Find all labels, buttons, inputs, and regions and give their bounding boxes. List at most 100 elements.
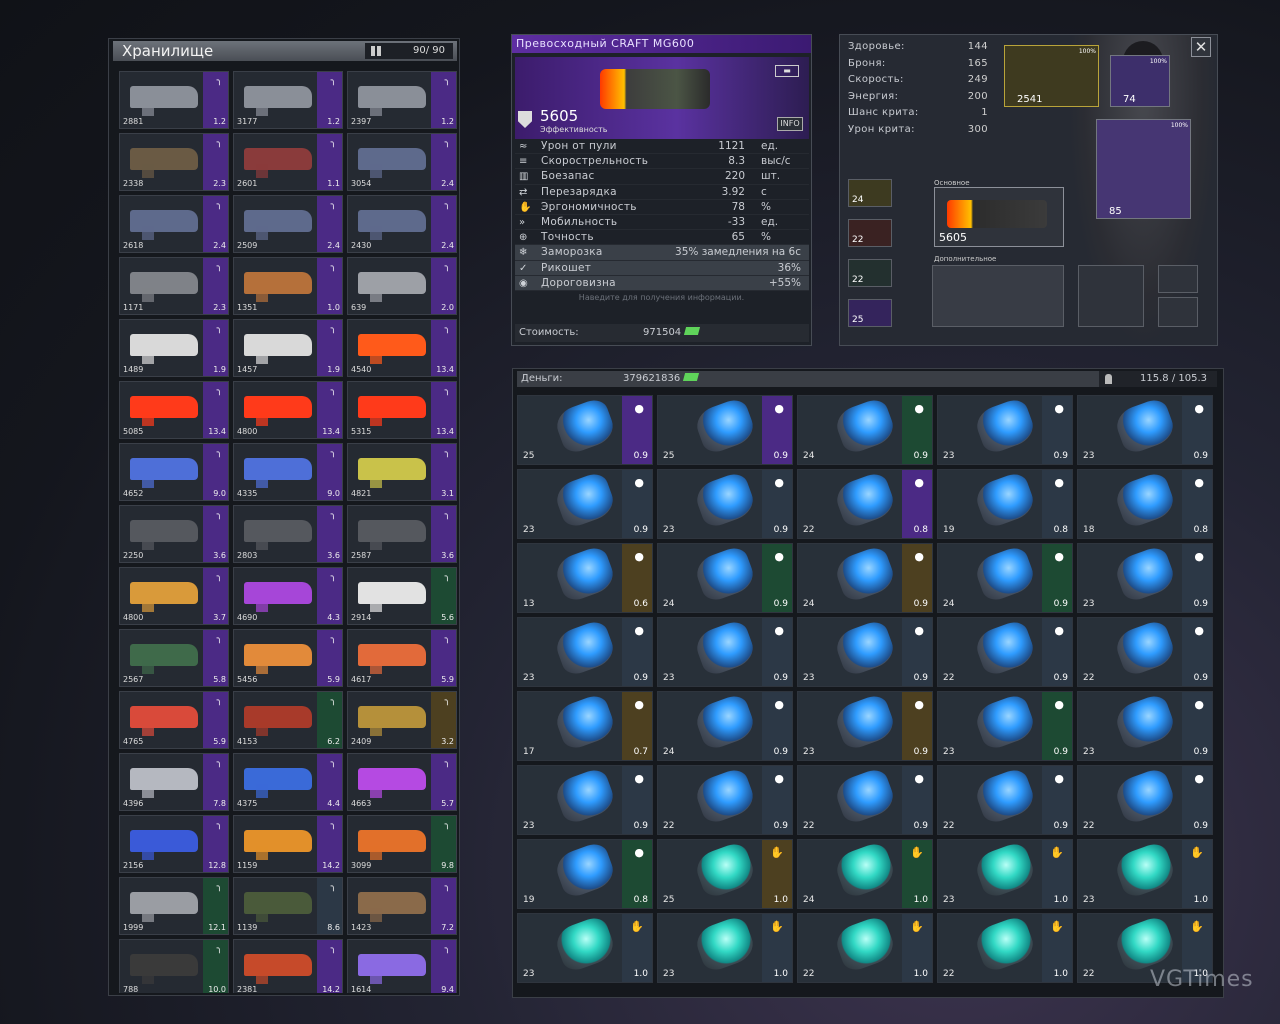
inventory-item[interactable]: ● 23 0.9 xyxy=(517,765,653,835)
stash-item[interactable]: ╮ 2409 3.2 xyxy=(347,691,457,749)
stash-item[interactable]: ╮ 2250 3.6 xyxy=(119,505,229,563)
stash-item[interactable]: ╮ 4396 7.8 xyxy=(119,753,229,811)
module-type-icon: ✋ xyxy=(1050,920,1064,933)
inventory-item[interactable]: ● 25 0.9 xyxy=(657,395,793,465)
inventory-item[interactable]: ● 23 0.9 xyxy=(657,617,793,687)
stash-item[interactable]: ╮ 2803 3.6 xyxy=(233,505,343,563)
inventory-item[interactable]: ● 23 0.9 xyxy=(517,469,653,539)
stash-item[interactable]: ╮ 2567 5.8 xyxy=(119,629,229,687)
inventory-item[interactable]: ● 23 0.9 xyxy=(797,691,933,761)
inventory-item[interactable]: ● 22 0.9 xyxy=(937,617,1073,687)
inventory-item[interactable]: ✋ 22 1.0 xyxy=(797,913,933,983)
stash-item[interactable]: ╮ 1171 2.3 xyxy=(119,257,229,315)
inventory-item[interactable]: ✋ 23 1.0 xyxy=(517,913,653,983)
mod-slot[interactable]: 24 xyxy=(848,179,892,207)
stash-item[interactable]: ╮ 4375 4.4 xyxy=(233,753,343,811)
stash-item[interactable]: ╮ 5456 5.9 xyxy=(233,629,343,687)
inventory-item[interactable]: ✋ 23 1.0 xyxy=(657,913,793,983)
inventory-item[interactable]: ● 23 0.9 xyxy=(937,691,1073,761)
inventory-item[interactable]: ● 24 0.9 xyxy=(657,543,793,613)
inventory-item[interactable]: ✋ 24 1.0 xyxy=(797,839,933,909)
inventory-item[interactable]: ● 17 0.7 xyxy=(517,691,653,761)
stash-item[interactable]: ╮ 1423 7.2 xyxy=(347,877,457,935)
mod-slot[interactable]: 25 xyxy=(848,299,892,327)
inventory-item[interactable]: ✋ 23 1.0 xyxy=(937,839,1073,909)
inventory-item[interactable]: ● 23 0.9 xyxy=(657,469,793,539)
stash-item[interactable]: ╮ 2601 1.1 xyxy=(233,133,343,191)
stash-item[interactable]: ╮ 2156 12.8 xyxy=(119,815,229,873)
close-button[interactable]: ✕ xyxy=(1191,37,1211,57)
stash-item[interactable]: ╮ 1457 1.9 xyxy=(233,319,343,377)
stash-item[interactable]: ╮ 639 2.0 xyxy=(347,257,457,315)
inventory-item[interactable]: ● 24 0.9 xyxy=(657,691,793,761)
inventory-item[interactable]: ● 23 0.9 xyxy=(937,395,1073,465)
stash-item[interactable]: ╮ 2430 2.4 xyxy=(347,195,457,253)
stash-item[interactable]: ╮ 1139 8.6 xyxy=(233,877,343,935)
stash-item[interactable]: ╮ 2397 1.2 xyxy=(347,71,457,129)
inventory-item[interactable]: ● 24 0.9 xyxy=(797,543,933,613)
stash-item[interactable]: ╮ 1159 14.2 xyxy=(233,815,343,873)
inventory-item[interactable]: ● 22 0.9 xyxy=(1077,765,1213,835)
stash-item[interactable]: ╮ 2914 5.6 xyxy=(347,567,457,625)
stash-item[interactable]: ╮ 1999 12.1 xyxy=(119,877,229,935)
equip-slot-tool[interactable] xyxy=(1158,265,1198,293)
equip-slot-extra-weapon[interactable] xyxy=(932,265,1064,327)
info-button[interactable]: INFO xyxy=(777,117,803,131)
inventory-item[interactable]: ● 22 0.8 xyxy=(797,469,933,539)
equip-slot-consumable[interactable] xyxy=(1158,297,1198,327)
stash-item[interactable]: ╮ 2587 3.6 xyxy=(347,505,457,563)
stash-item[interactable]: ╮ 4821 3.1 xyxy=(347,443,457,501)
equip-slot-main-weapon[interactable]: 5605 xyxy=(934,187,1064,247)
stash-item[interactable]: ╮ 2881 1.2 xyxy=(119,71,229,129)
inventory-item[interactable]: ● 24 0.9 xyxy=(937,543,1073,613)
stash-item[interactable]: ╮ 5085 13.4 xyxy=(119,381,229,439)
mod-slot[interactable]: 22 xyxy=(848,219,892,247)
inventory-item[interactable]: ● 23 0.9 xyxy=(1077,691,1213,761)
stash-item[interactable]: ╮ 4800 13.4 xyxy=(233,381,343,439)
inventory-item[interactable]: ● 23 0.9 xyxy=(1077,543,1213,613)
stash-item[interactable]: ╮ 4800 3.7 xyxy=(119,567,229,625)
inventory-item[interactable]: ● 22 0.9 xyxy=(937,765,1073,835)
equip-slot-secondary-weapon[interactable]: 100% 2541 xyxy=(1004,45,1099,107)
stash-item[interactable]: ╮ 4540 13.4 xyxy=(347,319,457,377)
inventory-item[interactable]: ● 22 0.9 xyxy=(657,765,793,835)
stash-item[interactable]: ╮ 2618 2.4 xyxy=(119,195,229,253)
inventory-item[interactable]: ● 24 0.9 xyxy=(797,395,933,465)
inventory-item[interactable]: ● 25 0.9 xyxy=(517,395,653,465)
stash-item[interactable]: ╮ 5315 13.4 xyxy=(347,381,457,439)
stash-item[interactable]: ╮ 1351 1.0 xyxy=(233,257,343,315)
inventory-item[interactable]: ● 23 0.9 xyxy=(797,617,933,687)
stash-item[interactable]: ╮ 2338 2.3 xyxy=(119,133,229,191)
stash-item[interactable]: ╮ 4690 4.3 xyxy=(233,567,343,625)
stash-item[interactable]: ╮ 3177 1.2 xyxy=(233,71,343,129)
stash-item[interactable]: ╮ 788 10.0 xyxy=(119,939,229,993)
stash-item[interactable]: ╮ 4652 9.0 xyxy=(119,443,229,501)
stash-item[interactable]: ╮ 3099 9.8 xyxy=(347,815,457,873)
stash-item[interactable]: ╮ 4663 5.7 xyxy=(347,753,457,811)
inventory-item[interactable]: ● 19 0.8 xyxy=(517,839,653,909)
stash-item[interactable]: ╮ 2381 14.2 xyxy=(233,939,343,993)
equip-slot-helmet[interactable]: 100% 74 xyxy=(1110,55,1170,107)
stash-item[interactable]: ╮ 4765 5.9 xyxy=(119,691,229,749)
item-score: 23 xyxy=(1083,451,1095,461)
inventory-item[interactable]: ● 23 0.9 xyxy=(517,617,653,687)
inventory-item[interactable]: ● 18 0.8 xyxy=(1077,469,1213,539)
mod-slot[interactable]: 22 xyxy=(848,259,892,287)
stash-item[interactable]: ╮ 1489 1.9 xyxy=(119,319,229,377)
inventory-item[interactable]: ● 22 0.9 xyxy=(797,765,933,835)
stash-item[interactable]: ╮ 2509 2.4 xyxy=(233,195,343,253)
inventory-item[interactable]: ✋ 22 1.0 xyxy=(937,913,1073,983)
inventory-item[interactable]: ✋ 25 1.0 xyxy=(657,839,793,909)
stash-item[interactable]: ╮ 4335 9.0 xyxy=(233,443,343,501)
stash-item[interactable]: ╮ 1614 9.4 xyxy=(347,939,457,993)
inventory-item[interactable]: ✋ 23 1.0 xyxy=(1077,839,1213,909)
equip-slot-grenade[interactable] xyxy=(1078,265,1144,327)
stash-item[interactable]: ╮ 3054 2.4 xyxy=(347,133,457,191)
stash-item[interactable]: ╮ 4617 5.9 xyxy=(347,629,457,687)
inventory-item[interactable]: ● 13 0.6 xyxy=(517,543,653,613)
stash-item[interactable]: ╮ 4153 6.2 xyxy=(233,691,343,749)
inventory-item[interactable]: ● 23 0.9 xyxy=(1077,395,1213,465)
equip-slot-armor[interactable]: 100% 85 xyxy=(1096,119,1191,219)
inventory-item[interactable]: ● 22 0.9 xyxy=(1077,617,1213,687)
inventory-item[interactable]: ● 19 0.8 xyxy=(937,469,1073,539)
